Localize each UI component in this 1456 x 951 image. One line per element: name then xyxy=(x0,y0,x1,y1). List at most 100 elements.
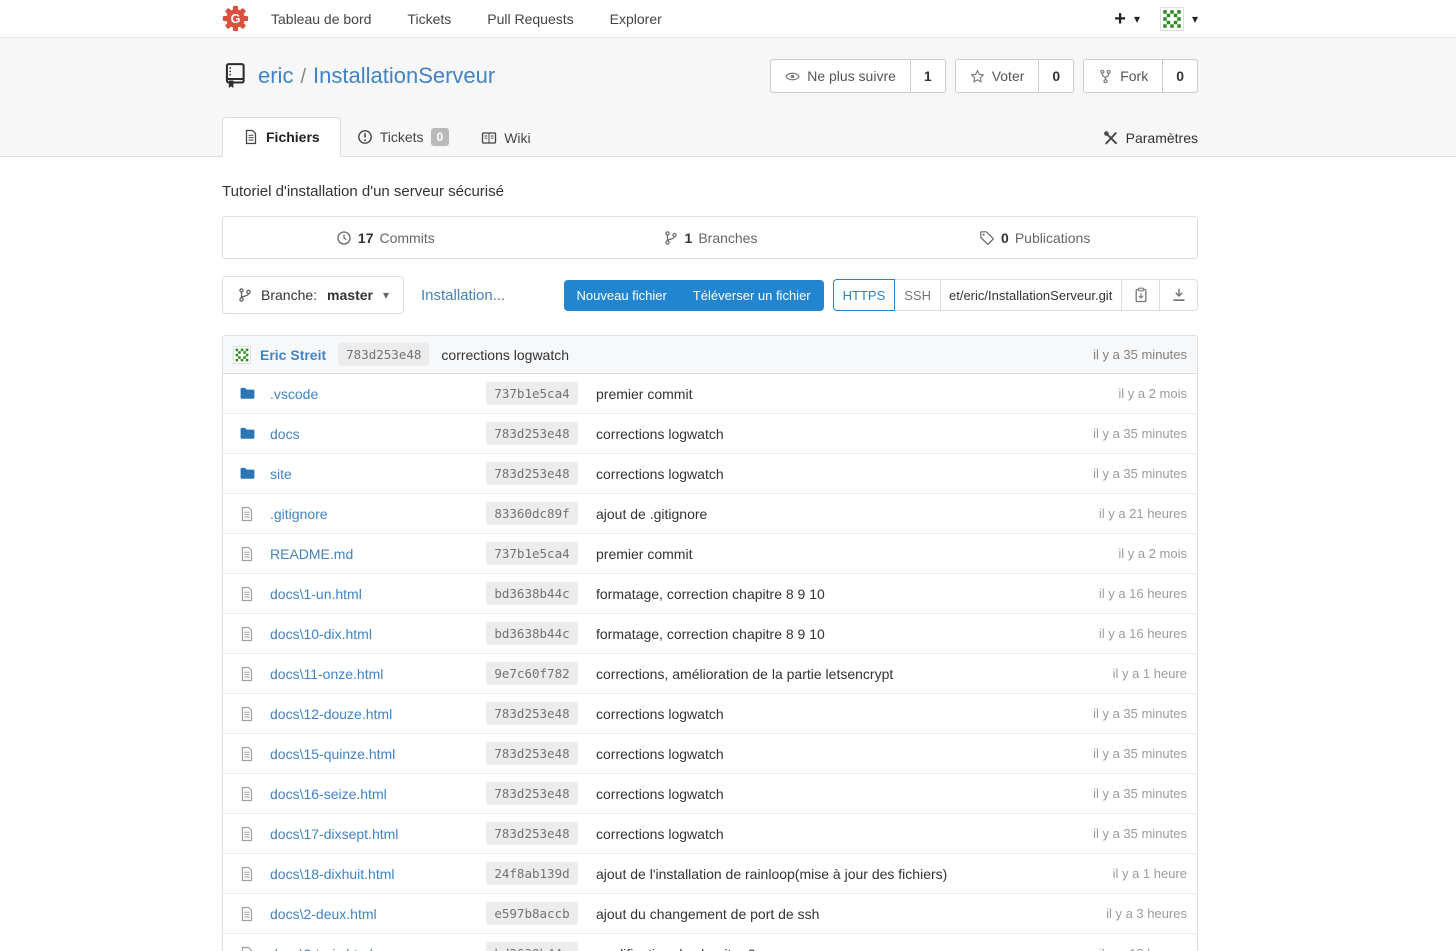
upload-file-button[interactable]: Téléverser un fichier xyxy=(680,280,824,311)
branches-stat[interactable]: 1Branches xyxy=(548,217,873,258)
commit-hash-link[interactable]: 783d253e48 xyxy=(486,462,577,485)
commit-message-link[interactable]: premier commit xyxy=(596,386,1106,402)
clone-url-input[interactable] xyxy=(941,279,1122,311)
commit-hash-link[interactable]: 737b1e5ca4 xyxy=(486,542,577,565)
file-link[interactable]: docs\11-onze.html xyxy=(270,666,482,682)
tab-settings[interactable]: Paramètres xyxy=(1103,119,1198,157)
commit-hash-link[interactable]: bd3638b44c xyxy=(486,582,577,605)
nav-explore[interactable]: Explorer xyxy=(610,11,662,27)
file-link[interactable]: docs\15-quinze.html xyxy=(270,746,482,762)
file-link[interactable]: docs\17-dixsept.html xyxy=(270,826,482,842)
commit-message-link[interactable]: corrections logwatch xyxy=(441,347,569,363)
commit-author-link[interactable]: Eric Streit xyxy=(260,347,326,363)
file-link[interactable]: docs\3-trois.html xyxy=(270,946,482,951)
commit-message-link[interactable]: modification du chapitre 3 xyxy=(596,946,1087,951)
commit-hash-link[interactable]: bd3638b44c xyxy=(486,942,577,951)
user-avatar[interactable] xyxy=(1160,7,1184,31)
https-toggle[interactable]: HTTPS xyxy=(833,279,896,311)
repo-owner-link[interactable]: eric xyxy=(258,63,293,88)
file-link[interactable]: docs\1-un.html xyxy=(270,586,482,602)
new-file-button[interactable]: Nouveau fichier xyxy=(564,280,680,311)
commit-hash-link[interactable]: 783d253e48 xyxy=(486,422,577,445)
file-link[interactable]: .vscode xyxy=(270,386,482,402)
releases-stat[interactable]: 0Publications xyxy=(872,217,1197,258)
commit-message-link[interactable]: formatage, correction chapitre 8 9 10 xyxy=(596,586,1087,602)
commit-message-link[interactable]: corrections logwatch xyxy=(596,826,1081,842)
commit-message-link[interactable]: corrections logwatch xyxy=(596,746,1081,762)
commit-hash-link[interactable]: 783d253e48 xyxy=(486,822,577,845)
commit-message-link[interactable]: corrections, amélioration de la partie l… xyxy=(596,666,1101,682)
commit-message-link[interactable]: corrections logwatch xyxy=(596,466,1081,482)
commit-message-link[interactable]: corrections logwatch xyxy=(596,786,1081,802)
commit-hash-link[interactable]: 783d253e48 xyxy=(338,343,429,366)
history-icon xyxy=(336,230,352,246)
chevron-down-icon[interactable]: ▾ xyxy=(1134,12,1140,26)
commit-message-link[interactable]: corrections logwatch xyxy=(596,706,1081,722)
commit-author-avatar[interactable] xyxy=(233,346,251,364)
file-icon xyxy=(239,945,256,951)
ssh-toggle[interactable]: SSH xyxy=(895,279,941,311)
file-link[interactable]: docs\12-douze.html xyxy=(270,706,482,722)
branch-selector[interactable]: Branche:master ▾ xyxy=(222,276,404,314)
fork-button[interactable]: Fork xyxy=(1084,60,1163,92)
star-count[interactable]: 0 xyxy=(1039,60,1073,92)
fork-count[interactable]: 0 xyxy=(1163,60,1197,92)
file-link[interactable]: docs\18-dixhuit.html xyxy=(270,866,482,882)
file-link[interactable]: docs\10-dix.html xyxy=(270,626,482,642)
gitea-logo-icon[interactable]: G xyxy=(222,5,249,32)
table-row: .vscode 737b1e5ca4 premier commit il y a… xyxy=(223,374,1197,414)
commit-message-link[interactable]: formatage, correction chapitre 8 9 10 xyxy=(596,626,1087,642)
commit-hash-link[interactable]: 9e7c60f782 xyxy=(486,662,577,685)
issues-count-badge: 0 xyxy=(431,128,450,146)
commit-message-link[interactable]: premier commit xyxy=(596,546,1106,562)
chevron-down-icon: ▾ xyxy=(383,288,389,302)
file-link[interactable]: docs\16-seize.html xyxy=(270,786,482,802)
repo-tabs: Fichiers Tickets 0 Wiki Paramètres xyxy=(222,117,1198,157)
commit-hash-link[interactable]: e597b8accb xyxy=(486,902,577,925)
commit-hash-link[interactable]: 783d253e48 xyxy=(486,782,577,805)
commits-stat[interactable]: 17Commits xyxy=(223,217,548,258)
commit-hash-link[interactable]: 83360dc89f xyxy=(486,502,577,525)
nav-issues[interactable]: Tickets xyxy=(407,11,451,27)
file-link[interactable]: site xyxy=(270,466,482,482)
tab-wiki[interactable]: Wiki xyxy=(465,119,546,157)
create-new-button[interactable]: + xyxy=(1114,9,1126,29)
download-archive-button[interactable] xyxy=(1160,279,1198,311)
table-row: site 783d253e48 corrections logwatch il … xyxy=(223,454,1197,494)
file-icon xyxy=(239,665,256,682)
nav-pull-requests[interactable]: Pull Requests xyxy=(487,11,573,27)
star-button[interactable]: Voter xyxy=(956,60,1040,92)
commit-hash-link[interactable]: 737b1e5ca4 xyxy=(486,382,577,405)
file-link[interactable]: README.md xyxy=(270,546,482,562)
unwatch-button[interactable]: Ne plus suivre xyxy=(771,60,911,92)
chevron-down-icon[interactable]: ▾ xyxy=(1192,12,1198,26)
copy-clone-url-button[interactable] xyxy=(1122,279,1160,311)
repo-name-link[interactable]: InstallationServeur xyxy=(313,63,495,88)
commit-message-link[interactable]: ajout de l'installation de rainloop(mise… xyxy=(596,866,1101,882)
repo-path-link[interactable]: Installation... xyxy=(421,287,505,304)
tab-files[interactable]: Fichiers xyxy=(222,117,341,157)
file-link[interactable]: docs xyxy=(270,426,482,442)
wiki-book-icon xyxy=(481,130,497,146)
commit-hash-link[interactable]: 783d253e48 xyxy=(486,702,577,725)
commit-hash-link[interactable]: bd3638b44c xyxy=(486,622,577,645)
commit-time: il y a 35 minutes xyxy=(1093,746,1187,761)
commit-message-link[interactable]: ajout de .gitignore xyxy=(596,506,1087,522)
branch-icon xyxy=(237,287,253,303)
tools-icon xyxy=(1103,130,1119,146)
watch-button-group: Ne plus suivre 1 xyxy=(770,59,946,93)
download-icon xyxy=(1171,287,1187,303)
nav-dashboard[interactable]: Tableau de bord xyxy=(271,11,371,27)
tab-issues[interactable]: Tickets 0 xyxy=(341,117,466,157)
watch-count[interactable]: 1 xyxy=(911,60,945,92)
fork-icon xyxy=(1098,69,1113,84)
file-icon xyxy=(239,705,256,722)
commit-hash-link[interactable]: 24f8ab139d xyxy=(486,862,577,885)
commit-message-link[interactable]: corrections logwatch xyxy=(596,426,1081,442)
commit-message-link[interactable]: ajout du changement de port de ssh xyxy=(596,906,1094,922)
file-link[interactable]: .gitignore xyxy=(270,506,482,522)
commit-time: il y a 16 heures xyxy=(1099,586,1187,601)
table-row: docs\10-dix.html bd3638b44c formatage, c… xyxy=(223,614,1197,654)
commit-hash-link[interactable]: 783d253e48 xyxy=(486,742,577,765)
file-link[interactable]: docs\2-deux.html xyxy=(270,906,482,922)
